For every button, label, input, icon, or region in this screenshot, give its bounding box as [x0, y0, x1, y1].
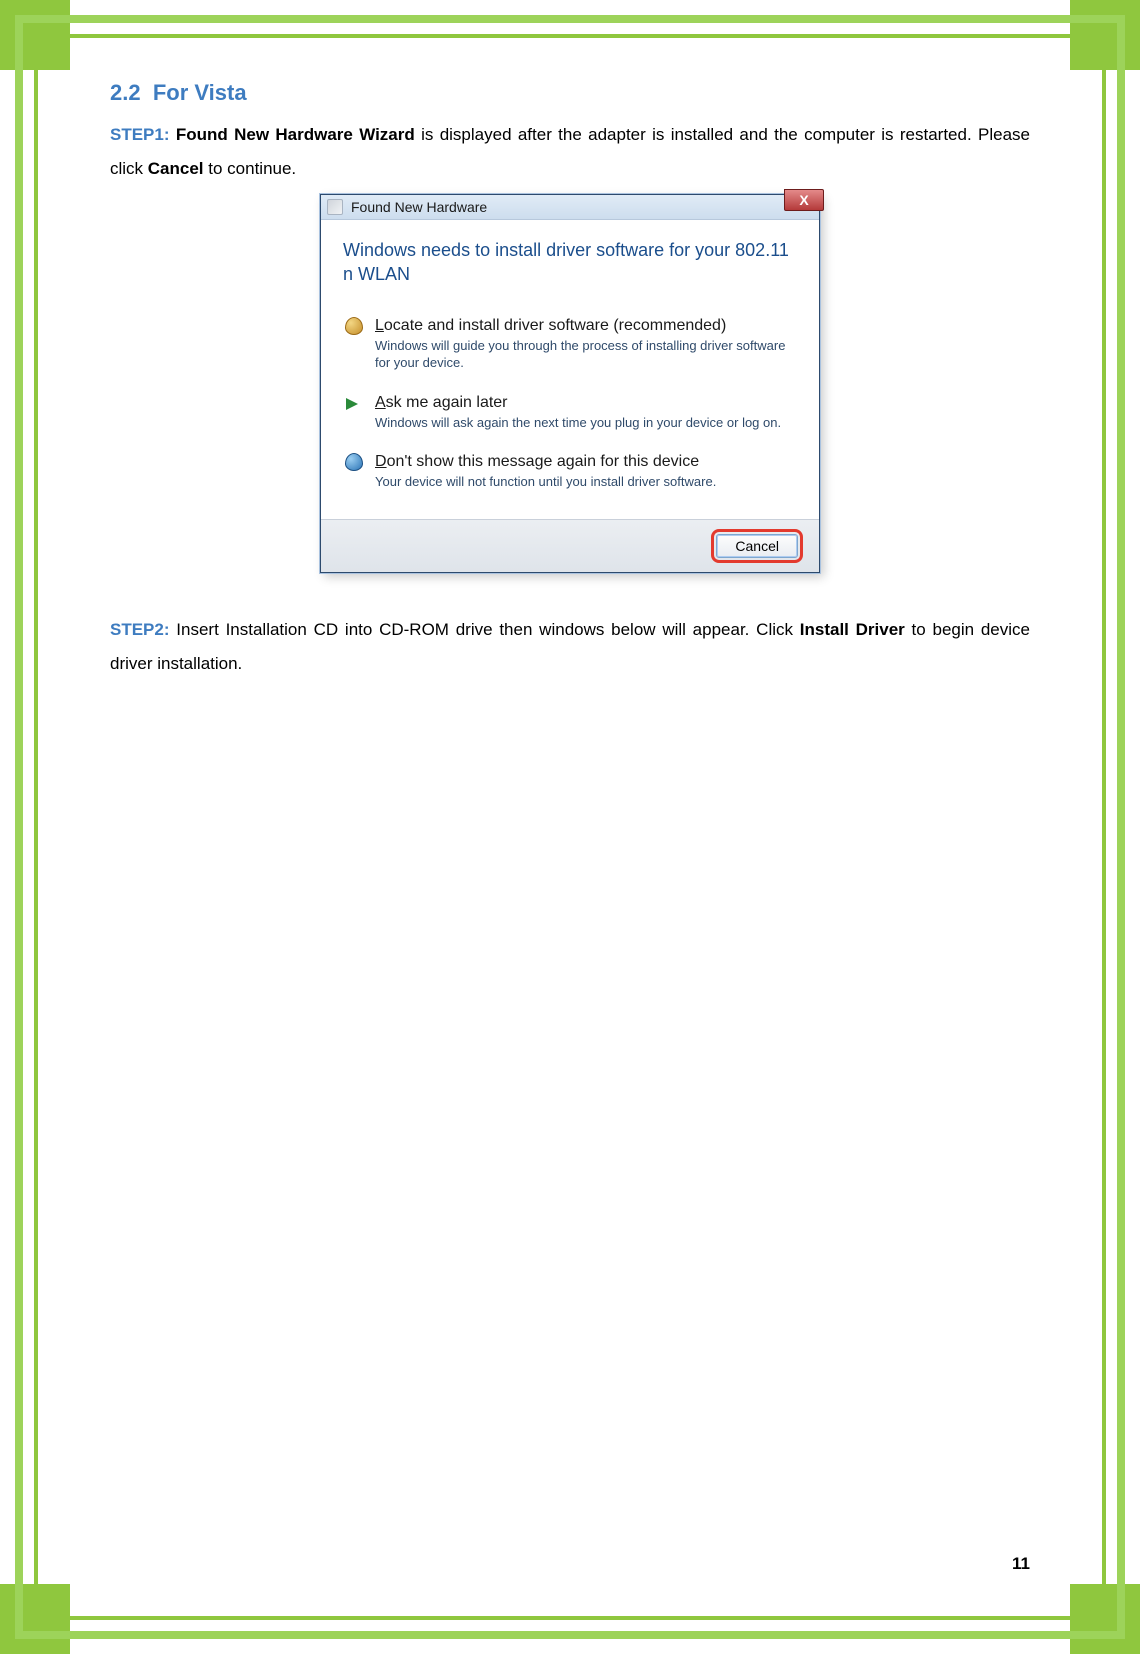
option1-desc: Windows will guide you through the proce…	[375, 337, 797, 372]
step1-bold-b: Cancel	[148, 159, 204, 178]
step1-text-b: to continue.	[204, 159, 297, 178]
step2-bold-a: Install Driver	[800, 620, 905, 639]
shield-icon	[345, 317, 363, 335]
dialog-title: Found New Hardware	[351, 199, 487, 215]
step2-text-a: Insert Installation CD into CD-ROM drive…	[170, 620, 800, 639]
shield-icon	[345, 453, 363, 471]
arrow-right-icon	[346, 398, 358, 410]
section-heading: 2.2 For Vista	[110, 80, 1030, 106]
step1-paragraph: STEP1: Found New Hardware Wizard is disp…	[110, 118, 1030, 186]
close-button[interactable]: X	[784, 189, 824, 211]
section-number: 2.2	[110, 80, 141, 105]
step1-bold-a: Found New Hardware Wizard	[176, 125, 415, 144]
option-locate-install[interactable]: Locate and install driver software (reco…	[343, 311, 797, 388]
dialog-heading: Windows needs to install driver software…	[343, 238, 797, 287]
option3-desc: Your device will not function until you …	[375, 473, 797, 491]
option2-title: Ask me again later	[375, 394, 797, 412]
option-ask-later[interactable]: Ask me again later Windows will ask agai…	[343, 388, 797, 448]
dialog-screenshot: Found New Hardware X Windows needs to in…	[110, 194, 1030, 573]
hardware-icon	[327, 199, 343, 215]
step2-label: STEP2:	[110, 620, 170, 639]
dialog-titlebar: Found New Hardware X	[321, 195, 819, 220]
step2-paragraph: STEP2: Insert Installation CD into CD-RO…	[110, 613, 1030, 681]
section-title-text: For Vista	[153, 80, 247, 105]
dialog-body: Windows needs to install driver software…	[321, 220, 819, 519]
cancel-button[interactable]: Cancel	[716, 534, 798, 558]
close-icon: X	[799, 192, 808, 208]
option-dont-show[interactable]: Don't show this message again for this d…	[343, 447, 797, 507]
option2-desc: Windows will ask again the next time you…	[375, 414, 797, 432]
step1-label: STEP1:	[110, 125, 170, 144]
page-number: 11	[1012, 1554, 1030, 1574]
page-content: 2.2 For Vista STEP1: Found New Hardware …	[110, 80, 1030, 1574]
option1-title: Locate and install driver software (reco…	[375, 317, 797, 335]
found-new-hardware-dialog: Found New Hardware X Windows needs to in…	[320, 194, 820, 573]
dialog-footer: Cancel	[321, 519, 819, 572]
option3-title: Don't show this message again for this d…	[375, 453, 797, 471]
cancel-highlight: Cancel	[711, 529, 803, 563]
